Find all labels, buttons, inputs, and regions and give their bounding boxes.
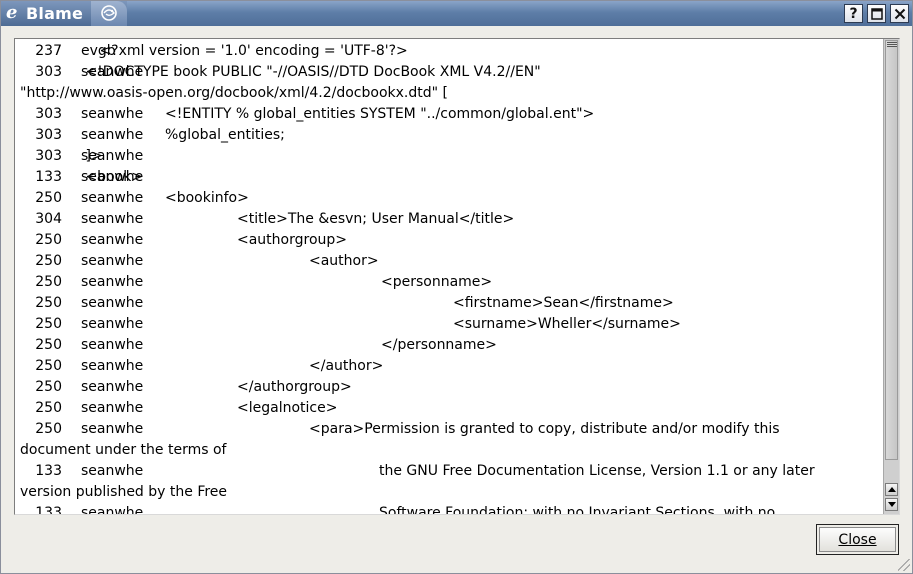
source-code-text: </authorgroup> [237,379,352,395]
revision-number: 304 [35,211,62,227]
source-code-text: <book> [81,169,144,185]
revision-number: 237 [35,43,62,59]
close-button[interactable]: Close [816,524,899,555]
author-name: seanwhe [81,463,144,479]
author-name: seanwhe [81,106,144,122]
source-code-text: ]> [81,148,103,164]
maximize-button[interactable] [867,4,886,23]
revision-number: 250 [35,274,62,290]
scrollbar-thumb[interactable] [885,40,898,460]
revision-number: 303 [35,106,62,122]
revision-number: 133 [35,463,62,479]
author-name: seanwhe [81,232,144,248]
author-name: seanwhe [81,358,144,374]
help-button[interactable]: ? [844,4,863,23]
esvn-app-icon[interactable]: e [6,3,20,23]
revision-number: 250 [35,379,62,395]
source-code-text: "http://www.oasis-open.org/docbook/xml/4… [20,85,448,101]
source-code-text: <!ENTITY % global_entities SYSTEM "../co… [165,106,595,122]
source-code-text: <author> [309,253,379,269]
revision-number: 250 [35,253,62,269]
revision-number: 133 [35,505,62,514]
author-name: seanwhe [81,211,144,227]
revision-number: 250 [35,316,62,332]
revision-number: 250 [35,295,62,311]
close-window-button[interactable] [890,4,909,23]
revision-number: 250 [35,190,62,206]
source-code-text: </author> [309,358,384,374]
author-name: seanwhe [81,253,144,269]
title-decoration [91,1,127,26]
author-name: seanwhe [81,316,144,332]
source-code-text: <title>The &esvn; User Manual</title> [237,211,515,227]
blame-text-view[interactable]: 237 evgb <?xml version = '1.0' encoding =… [14,38,900,515]
blame-text-area[interactable]: 237 evgb <?xml version = '1.0' encoding =… [15,39,883,514]
revision-number: 250 [35,232,62,248]
source-code-text: <para>Permission is granted to copy, dis… [309,421,780,437]
source-code-text: </personname> [381,337,497,353]
scrollbar-grip [887,42,897,47]
author-name: seanwhe [81,190,144,206]
source-code-text: <firstname>Sean</firstname> [453,295,674,311]
source-code-text: version published by the Free [20,484,228,500]
revision-number: 250 [35,337,62,353]
arrow-up-icon [887,487,896,492]
revision-number: 250 [35,400,62,416]
author-name: seanwhe [81,127,144,143]
revision-number: 250 [35,421,62,437]
source-code-text: <personname> [381,274,493,290]
author-name: seanwhe [81,421,144,437]
window-title: Blame [26,4,83,23]
close-button-label: Close [819,527,896,552]
chameleon-icon [101,5,117,21]
source-code-text: <surname>Wheller</surname> [453,316,681,332]
source-code-text: <!DOCTYPE book PUBLIC "-//OASIS//DTD Doc… [81,64,541,80]
source-code-text: <legalnotice> [237,400,338,416]
arrow-down-icon [887,502,896,507]
blame-dialog: e Blame ? 237 evgb <?xml version = '1.0'… [0,0,913,574]
revision-number: 303 [35,148,62,164]
close-icon [894,8,905,19]
author-name: seanwhe [81,337,144,353]
author-name: seanwhe [81,274,144,290]
author-name: seanwhe [81,400,144,416]
source-code-text: Software Foundation; with no Invariant S… [379,505,776,514]
author-name: seanwhe [81,379,144,395]
source-code-text: the GNU Free Documentation License, Vers… [379,463,815,479]
source-code-text: <bookinfo> [165,190,249,206]
title-bar[interactable]: e Blame ? [1,1,912,26]
revision-number: 250 [35,358,62,374]
revision-number: 303 [35,64,62,80]
vertical-scrollbar[interactable] [883,39,899,514]
author-name: seanwhe [81,505,144,514]
source-code-text: %global_entities; [165,127,285,143]
author-name: seanwhe [81,295,144,311]
resize-grip[interactable] [898,559,910,571]
source-code-text: <?xml version = '1.0' encoding = 'UTF-8'… [95,43,408,59]
revision-number: 303 [35,127,62,143]
title-tab: e Blame [1,1,127,26]
scroll-down-button[interactable] [885,498,898,511]
source-code-text: <authorgroup> [237,232,348,248]
scroll-up-button[interactable] [885,483,898,496]
source-code-text: document under the terms of [20,442,227,458]
revision-number: 133 [35,169,62,185]
maximize-icon [870,7,883,20]
